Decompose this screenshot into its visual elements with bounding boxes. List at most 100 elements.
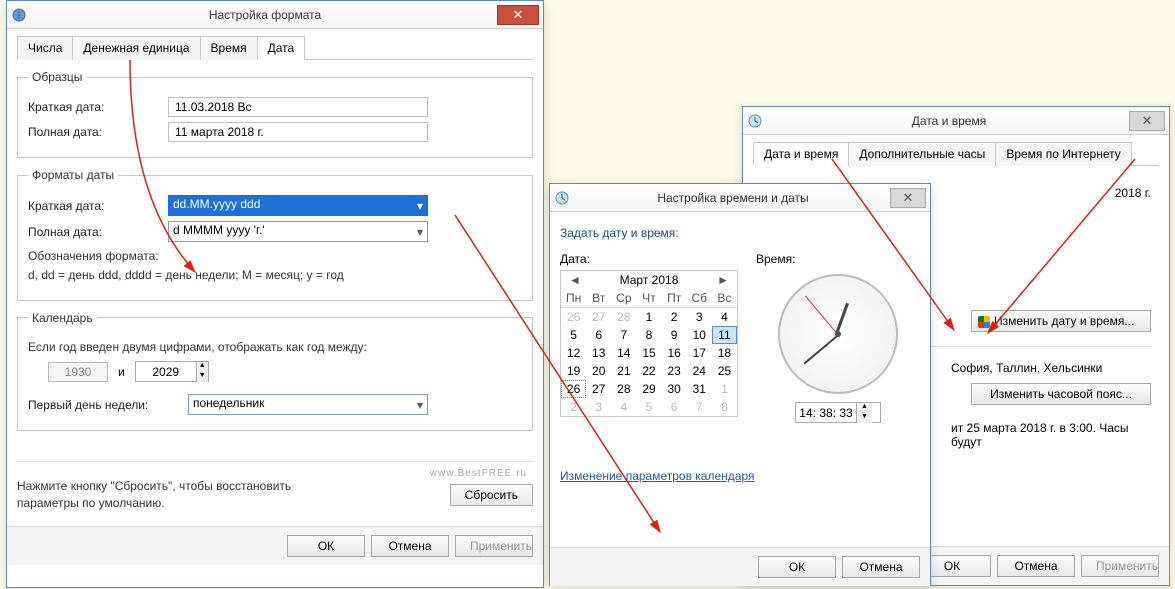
close-button[interactable]: ✕ [1129, 111, 1165, 131]
cancel-button[interactable]: Отмена [997, 555, 1075, 577]
time-stepper[interactable]: ▲▼ [795, 402, 881, 423]
long-format-combo[interactable]: d MMMM yyyy 'г.' ▾ [168, 221, 428, 242]
calendar-day[interactable]: 17 [687, 344, 712, 362]
tab-currency[interactable]: Денежная единица [72, 36, 200, 60]
short-format-combo[interactable]: dd.MM.yyyy ddd ▾ [168, 195, 428, 216]
calendar-day[interactable]: 24 [687, 362, 712, 380]
tab-strip: Числа Денежная единица Время Дата [17, 35, 533, 60]
long-format-label: Полная дата: [28, 225, 168, 239]
calendar-day[interactable]: 26 [561, 380, 586, 398]
tab-internet-time[interactable]: Время по Интернету [995, 142, 1131, 166]
calendar-day[interactable]: 27 [586, 380, 611, 398]
calendar-day[interactable]: 6 [586, 326, 611, 344]
calendar-day[interactable]: 11 [712, 326, 737, 344]
next-month-button[interactable]: ► [713, 273, 733, 287]
cancel-button[interactable]: Отмена [842, 556, 920, 578]
ok-button[interactable]: ОК [287, 535, 365, 557]
tab-time[interactable]: Время [200, 36, 258, 60]
calendar-day-header: Вт [586, 289, 611, 308]
spinner-up-icon[interactable]: ▲ [196, 362, 208, 372]
calendar-day[interactable]: 5 [561, 326, 586, 344]
calendar-day[interactable]: 28 [611, 308, 636, 326]
short-date-label: Краткая дата: [28, 100, 168, 114]
samples-legend: Образцы [28, 70, 86, 84]
calendar-group: Календарь Если год введен двумя цифрами,… [17, 311, 533, 432]
long-format-value: d MMMM yyyy 'г.' [173, 223, 265, 237]
format-hint-text: d, dd = день ddd, dddd = день недели; М … [28, 267, 522, 284]
calendar-day[interactable]: 2 [561, 398, 586, 416]
calendar-day[interactable]: 23 [662, 362, 687, 380]
short-format-label: Краткая дата: [28, 199, 168, 213]
ok-button[interactable]: ОК [758, 556, 836, 578]
spinner-down-icon[interactable]: ▼ [196, 372, 208, 382]
calendar-day[interactable]: 18 [712, 344, 737, 362]
calendar-day[interactable]: 2 [662, 308, 687, 326]
spinner-up-icon[interactable]: ▲ [856, 403, 872, 413]
cancel-button[interactable]: Отмена [371, 535, 449, 557]
globe-icon [11, 7, 27, 23]
calendar-day[interactable]: 16 [662, 344, 687, 362]
calendar-day[interactable]: 8 [712, 398, 737, 416]
tab-numbers[interactable]: Числа [17, 36, 73, 60]
calendar-day[interactable]: 26 [561, 308, 586, 326]
calendar-day[interactable]: 4 [712, 308, 737, 326]
time-input[interactable] [796, 405, 856, 421]
calendar-day[interactable]: 1 [636, 308, 661, 326]
short-date-display: 11.03.2018 Вс [168, 97, 428, 117]
first-day-combo[interactable]: понедельник ▾ [188, 394, 428, 415]
reset-button[interactable]: Сбросить [450, 484, 533, 506]
tab-date[interactable]: Дата [257, 36, 306, 60]
year-to-stepper[interactable]: ▲▼ [135, 361, 209, 382]
dialog-buttons: ОК Отмена Применить [7, 526, 543, 565]
window-title: Настройка формата [33, 8, 497, 22]
calendar-day[interactable]: 19 [561, 362, 586, 380]
chevron-down-icon: ▾ [417, 225, 423, 239]
change-date-time-button[interactable]: Изменить дату и время... [971, 310, 1151, 332]
calendar-day[interactable]: 25 [712, 362, 737, 380]
calendar-day[interactable]: 21 [611, 362, 636, 380]
calendar-day[interactable]: 14 [611, 344, 636, 362]
calendar-day[interactable]: 12 [561, 344, 586, 362]
calendar-day-header: Пт [662, 289, 687, 308]
calendar-day[interactable]: 3 [586, 398, 611, 416]
calendar-day[interactable]: 27 [586, 308, 611, 326]
calendar-day[interactable]: 7 [687, 398, 712, 416]
year-to-input[interactable] [136, 364, 196, 380]
calendar-day[interactable]: 3 [687, 308, 712, 326]
chevron-down-icon: ▾ [417, 398, 423, 412]
calendar-day[interactable]: 30 [662, 380, 687, 398]
calendar-day[interactable]: 7 [611, 326, 636, 344]
calendar-control[interactable]: ◄ Март 2018 ► ПнВтСрЧтПтСбВс262728123456… [560, 270, 738, 417]
and-label: и [118, 365, 125, 379]
calendar-day[interactable]: 22 [636, 362, 661, 380]
calendar-day-header: Ср [611, 289, 636, 308]
chevron-down-icon: ▾ [417, 199, 423, 213]
apply-button: Применить [1081, 555, 1159, 577]
calendar-day[interactable]: 20 [586, 362, 611, 380]
tab-additional-clocks[interactable]: Дополнительные часы [848, 142, 996, 166]
reset-note: Нажмите кнопку "Сбросить", чтобы восстан… [17, 478, 317, 512]
calendar-day[interactable]: 31 [687, 380, 712, 398]
calendar-legend: Календарь [28, 311, 97, 325]
spinner-down-icon[interactable]: ▼ [856, 413, 872, 423]
calendar-day[interactable]: 29 [636, 380, 661, 398]
calendar-day[interactable]: 15 [636, 344, 661, 362]
calendar-day[interactable]: 28 [611, 380, 636, 398]
calendar-day[interactable]: 1 [712, 380, 737, 398]
calendar-day[interactable]: 5 [636, 398, 661, 416]
close-button[interactable]: ✕ [497, 5, 539, 25]
calendar-day[interactable]: 8 [636, 326, 661, 344]
calendar-day[interactable]: 10 [687, 326, 712, 344]
tab-datetime[interactable]: Дата и время [753, 142, 849, 166]
formats-legend: Форматы даты [28, 168, 118, 182]
calendar-day[interactable]: 4 [611, 398, 636, 416]
close-button[interactable]: ✕ [890, 188, 926, 208]
dialog-buttons: ОК Отмена [550, 547, 930, 586]
prev-month-button[interactable]: ◄ [565, 273, 585, 287]
calendar-day[interactable]: 9 [662, 326, 687, 344]
change-calendar-params-link[interactable]: Изменение параметров календаря [560, 469, 755, 483]
samples-group: Образцы Краткая дата: 11.03.2018 Вс Полн… [17, 70, 533, 158]
calendar-day[interactable]: 6 [662, 398, 687, 416]
change-timezone-button[interactable]: Изменить часовой пояс... [971, 383, 1151, 405]
calendar-day[interactable]: 13 [586, 344, 611, 362]
